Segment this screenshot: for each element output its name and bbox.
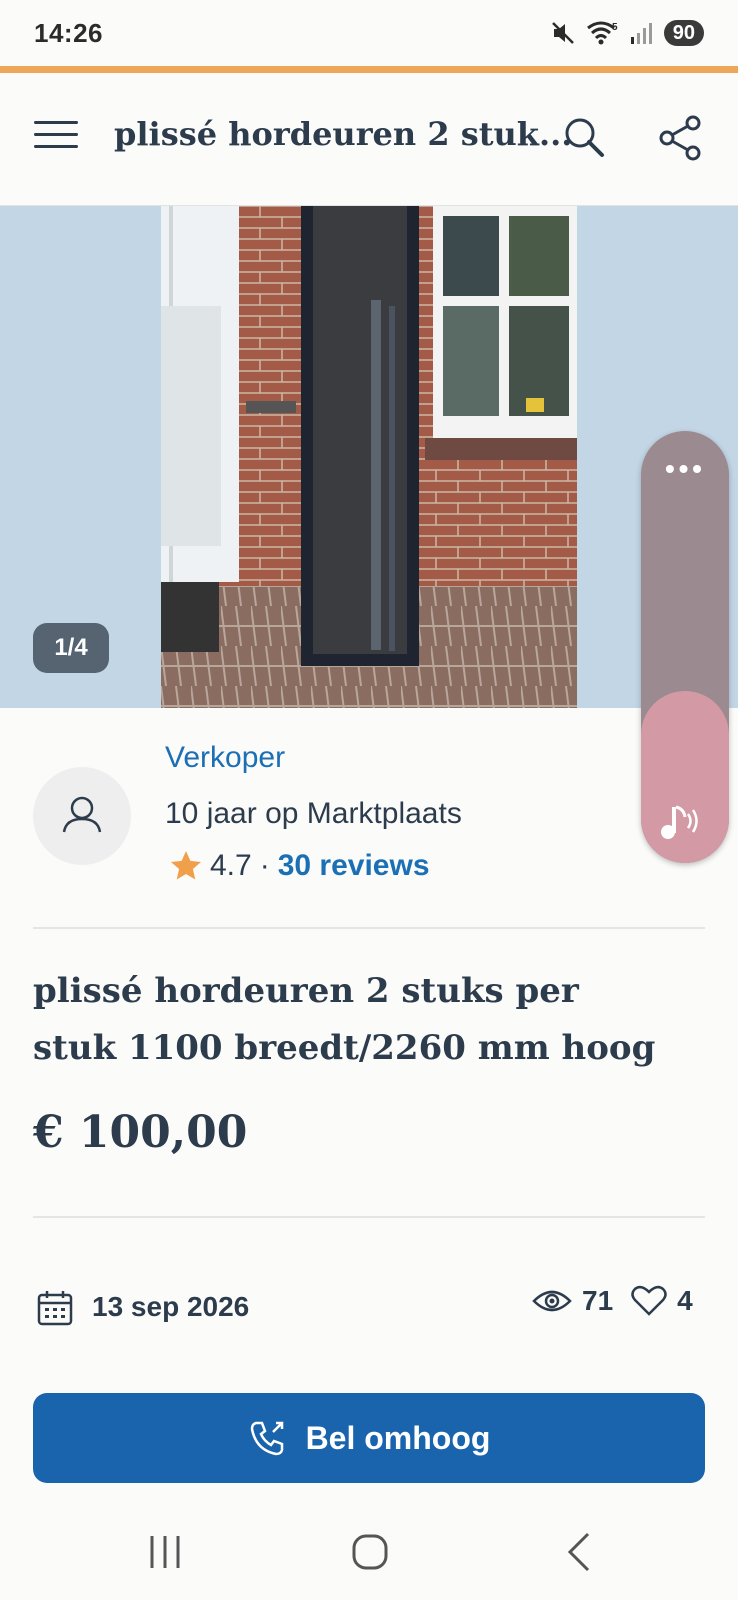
rating-value: 4.7 <box>210 849 252 882</box>
call-button-label: Bel omhoog <box>305 1419 491 1456</box>
image-counter: 1/4 <box>33 623 109 673</box>
back-icon[interactable] <box>566 1532 592 1572</box>
favorite-count: 4 <box>677 1285 693 1316</box>
rating-separator: · <box>259 849 270 882</box>
app-header: plissé hordeuren 2 stuk... <box>0 73 738 206</box>
wifi-badge: 5 <box>612 22 618 33</box>
divider <box>33 1216 705 1218</box>
listing-stats: 71 4 <box>532 1285 693 1317</box>
listing-price: € 100,00 <box>33 1107 248 1158</box>
search-button[interactable] <box>560 113 610 163</box>
home-icon[interactable] <box>352 1534 388 1570</box>
reviews-link[interactable]: 30 reviews <box>278 849 430 883</box>
media-control[interactable] <box>641 691 729 863</box>
star-icon <box>171 851 201 880</box>
calendar-icon <box>37 1291 73 1326</box>
listing-photo[interactable] <box>161 206 577 708</box>
menu-button[interactable] <box>34 121 78 157</box>
menu-icon <box>34 121 78 148</box>
recent-apps-icon[interactable] <box>148 1534 182 1570</box>
view-count: 71 <box>582 1285 614 1316</box>
seller-label[interactable]: Verkoper <box>165 741 285 775</box>
search-icon <box>565 118 604 157</box>
wifi-icon: 5 <box>586 21 618 45</box>
call-button[interactable]: Bel omhoog <box>33 1393 705 1483</box>
eye-icon <box>532 1290 572 1312</box>
signal-icon <box>630 23 652 44</box>
page-title: plissé hordeuren 2 stuk... <box>114 115 573 153</box>
image-gallery[interactable]: 1/4 <box>0 206 738 708</box>
listing-date: 13 sep 2026 <box>92 1291 250 1322</box>
phone-call-icon <box>250 1421 283 1456</box>
system-nav-bar <box>0 1506 738 1600</box>
listing-photo-image <box>161 206 577 708</box>
listing-title: plissé hordeuren 2 stuks per stuk 1100 b… <box>33 971 656 1068</box>
share-icon <box>659 115 701 161</box>
floating-media-panel[interactable]: • • • <box>641 431 729 863</box>
divider <box>33 927 705 929</box>
battery-icon: 90 <box>663 20 704 46</box>
seller-avatar[interactable] <box>33 767 131 865</box>
status-bar: 14:26 5 90 <box>0 0 738 68</box>
user-icon <box>62 796 102 833</box>
music-note-icon <box>661 805 698 839</box>
accent-line <box>0 66 738 73</box>
mute-icon <box>551 22 574 44</box>
seller-rating: 4.7 · 30 reviews <box>168 848 430 884</box>
status-icons: 5 90 <box>550 20 704 46</box>
listing-meta: 13 sep 2026 71 4 <box>36 1285 700 1329</box>
more-options-icon[interactable]: • • • <box>665 455 702 483</box>
share-button[interactable] <box>655 113 705 163</box>
seller-years: 10 jaar op Marktplaats <box>165 797 462 830</box>
status-time: 14:26 <box>34 18 103 48</box>
heart-icon[interactable] <box>631 1285 667 1317</box>
